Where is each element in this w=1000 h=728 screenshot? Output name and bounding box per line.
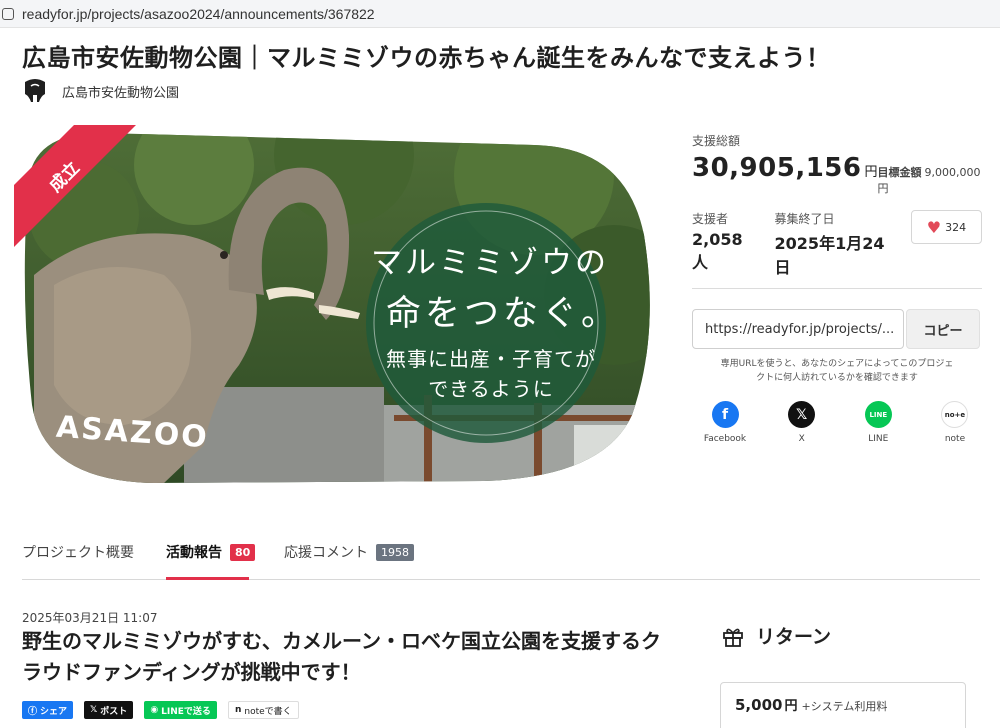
tab-overview[interactable]: プロジェクト概要 — [22, 542, 134, 562]
total-value: 30,905,156 — [692, 153, 862, 183]
hero-headline-line1: マルミミゾウの — [371, 245, 609, 281]
sns-share-row: f Facebook 𝕏 X LINE LINE no+e note — [692, 401, 982, 444]
address-url[interactable]: readyfor.jp/projects/asazoo2024/announce… — [22, 6, 375, 22]
supporters-label: 支援者 — [692, 212, 729, 226]
share-url-field[interactable]: https://readyfor.jp/projects/... — [692, 309, 904, 349]
share-note[interactable]: no+e note — [930, 401, 980, 444]
note-write-button[interactable]: n noteで書く — [227, 701, 299, 719]
return-price: 5,000 円 +システム利用料 — [735, 695, 951, 714]
returns-heading: リターン — [722, 622, 831, 649]
end-date-value: 2025年1月24日 — [774, 234, 885, 277]
tab-reports[interactable]: 活動報告 80 — [166, 542, 256, 562]
return-card[interactable]: 5,000 円 +システム利用料 — [720, 682, 966, 728]
panel-divider — [692, 288, 982, 289]
goal-amount: 目標金額 9,000,000円 — [878, 164, 983, 196]
line-icon: LINE — [864, 401, 892, 428]
comments-count-badge: 1958 — [376, 543, 414, 561]
note-icon: no+e — [941, 401, 969, 428]
copy-button[interactable]: コピー — [906, 309, 980, 349]
sns-label: note — [944, 434, 966, 444]
like-count: 324 — [945, 220, 967, 234]
x-icon: 𝕏 — [90, 705, 98, 715]
total-label: 支援総額 — [692, 134, 741, 148]
line-icon: ◉ — [150, 705, 159, 715]
share-line[interactable]: LINE LINE — [853, 401, 903, 444]
return-price-unit: 円 — [784, 699, 798, 714]
share-note-line2: クトに何人訪れているかを確認できます — [756, 372, 918, 383]
sns-label: Facebook — [703, 434, 747, 444]
facebook-icon: f — [711, 401, 739, 428]
hero-subline2: できるように — [428, 377, 554, 401]
reports-count-badge: 80 — [230, 543, 256, 561]
like-button[interactable]: ♥ 324 — [910, 210, 982, 244]
tab-comments[interactable]: 応援コメント 1958 — [284, 542, 414, 562]
total-unit: 円 — [864, 165, 878, 180]
post-date: 2025年03月21日 11:07 — [22, 611, 158, 625]
project-hero-image: 成立 マルミミゾウの 命をつなぐ。 無事に出産・子育てが できるように ASAZ… — [14, 125, 656, 483]
share-facebook[interactable]: f Facebook — [700, 401, 750, 444]
share-url-row: https://readyfor.jp/projects/... コピー — [692, 309, 982, 349]
post-title: 野生のマルミミゾウがすむ、カメルーン・ロベケ国立公園を支援するクラウドファンディ… — [22, 629, 661, 684]
note-icon: n — [234, 705, 242, 715]
line-send-button[interactable]: ◉ LINEで送る — [144, 701, 217, 719]
owner-name: 広島市安佐動物公園 — [62, 85, 180, 101]
share-button-label: noteで書く — [244, 706, 292, 717]
funding-panel: 支援総額 30,905,156 円 目標金額 9,000,000円 支援者 2,0… — [692, 132, 982, 444]
end-date-label: 募集終了日 — [774, 212, 835, 226]
goal-label: 目標金額 — [877, 166, 922, 179]
share-note: 専用URLを使うと、あなたのシェアによってこのプロジェ クトに何人訪れているかを… — [692, 358, 982, 385]
page-title: 広島市安佐動物公園｜マルミミゾウの赤ちゃん誕生をみんなで支えよう！ — [22, 44, 831, 72]
tab-label: 活動報告 — [166, 545, 222, 561]
end-date-block: 募集終了日 2025年1月24日 — [775, 210, 889, 278]
return-price-note: +システム利用料 — [801, 700, 888, 713]
x-icon: 𝕏 — [788, 401, 816, 428]
hero-subline1: 無事に出産・子育てが — [386, 347, 596, 371]
share-button-label: シェア — [40, 706, 68, 717]
tab-label: 応援コメント — [284, 545, 368, 561]
share-button-label: LINEで送る — [161, 706, 211, 717]
total-amount: 30,905,156 円 目標金額 9,000,000円 — [692, 153, 982, 196]
heart-icon: ♥ — [926, 217, 942, 237]
active-tab-indicator — [166, 577, 249, 580]
x-post-button[interactable]: 𝕏 ポスト — [84, 701, 134, 719]
sns-label: LINE — [868, 434, 889, 444]
post-share-buttons: ⓕ シェア 𝕏 ポスト ◉ LINEで送る n noteで書く — [22, 701, 310, 719]
stats-row: 支援者 2,058人 募集終了日 2025年1月24日 ♥ 324 — [692, 210, 982, 278]
browser-address-bar[interactable]: readyfor.jp/projects/asazoo2024/announce… — [0, 0, 1000, 28]
elephant-logo-icon — [25, 79, 45, 102]
facebook-icon: ⓕ — [28, 706, 38, 717]
gift-icon — [723, 628, 743, 647]
supporters-block: 支援者 2,058人 — [692, 210, 753, 273]
share-note-line1: 専用URLを使うと、あなたのシェアによってこのプロジェ — [720, 359, 954, 369]
facebook-share-button[interactable]: ⓕ シェア — [22, 701, 74, 719]
returns-title: リターン — [756, 626, 832, 648]
share-x[interactable]: 𝕏 X — [777, 401, 827, 444]
tab-label: プロジェクト概要 — [22, 545, 134, 561]
supporters-value: 2,058人 — [692, 230, 743, 272]
return-price-value: 5,000 — [735, 696, 783, 714]
site-info-icon[interactable] — [2, 7, 14, 20]
sns-label: X — [798, 434, 805, 444]
project-tabs: プロジェクト概要 活動報告 80 応援コメント 1958 — [22, 530, 980, 580]
owner-link[interactable]: 広島市安佐動物公園 — [22, 76, 179, 106]
share-button-label: ポスト — [100, 706, 128, 717]
hero-headline-line2: 命をつなぐ。 — [386, 294, 621, 334]
